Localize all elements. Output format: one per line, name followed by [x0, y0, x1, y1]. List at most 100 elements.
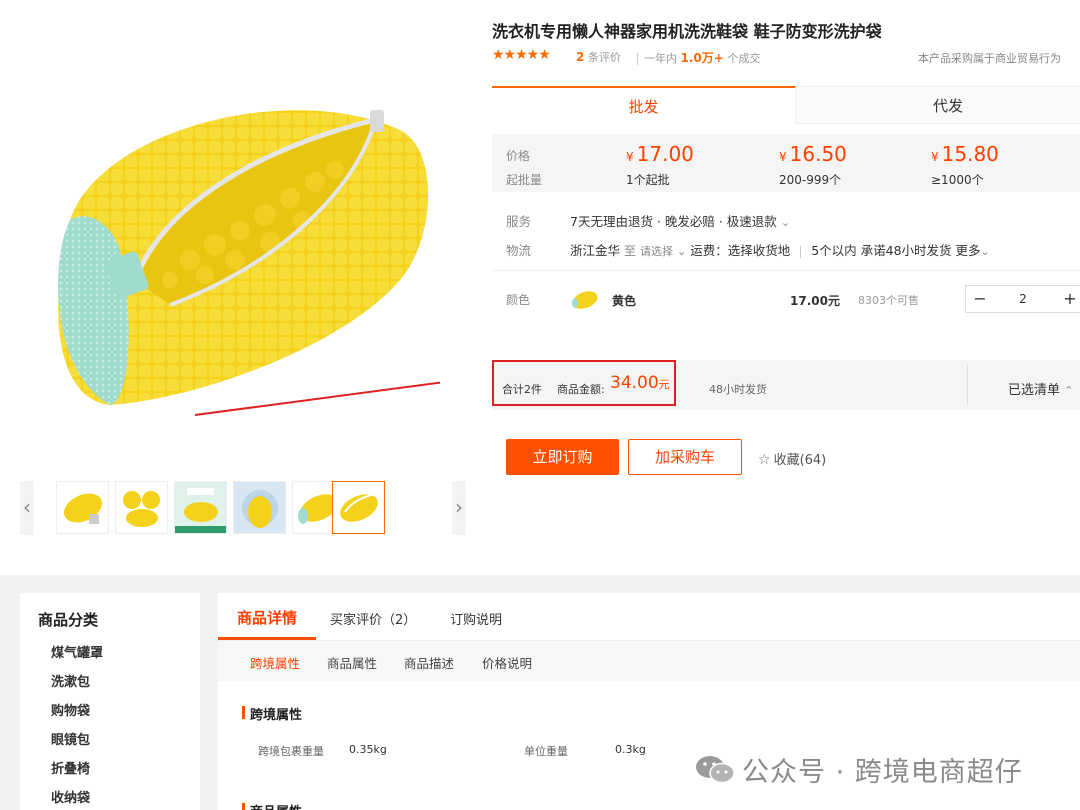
amount-label: 商品金额:: [557, 383, 605, 396]
tier-quantity: 200-999个: [779, 173, 842, 187]
category-panel: 商品分类 煤气罐罩 洗漱包 购物袋 眼镜包 折叠椅 收纳袋: [20, 593, 200, 810]
category-title: 商品分类: [38, 611, 99, 629]
thumbnail-image: [340, 493, 378, 522]
thumbnail-next-button[interactable]: ›: [452, 481, 466, 535]
trade-notice: 本产品采购属于商业贸易行为: [918, 52, 1061, 65]
more-link[interactable]: 更多: [956, 243, 981, 258]
quantity-stepper: − +: [965, 285, 1080, 313]
category-item[interactable]: 煤气罐罩: [51, 642, 103, 661]
main-product-image: [58, 110, 440, 416]
section-title: 跨境属性: [241, 704, 302, 723]
section-title: 商品属性: [241, 801, 302, 810]
purchase-mode-tabs: 批发 代发: [492, 86, 1080, 124]
total-amount: 34.00元: [610, 373, 670, 393]
moq-label: 起批量: [506, 173, 543, 187]
sku-thumbnail[interactable]: [570, 285, 600, 313]
sold-prefix: 一年内: [644, 52, 677, 65]
price-label: 价格: [506, 149, 531, 163]
tab-order-instructions[interactable]: 订购说明: [450, 609, 502, 628]
order-summary: 合计2件 商品金额: 34.00元 48小时发货 已选清单 ⌃: [492, 360, 1080, 410]
decrease-button[interactable]: −: [966, 286, 994, 312]
subtab-description[interactable]: 商品描述: [404, 653, 454, 672]
thumbnail-image: [64, 493, 102, 524]
tier-price: 15.80: [941, 142, 999, 166]
active-tab-underline: [218, 637, 316, 640]
selected-list-label: 已选清单: [1008, 383, 1061, 398]
thumbnail[interactable]: [174, 481, 227, 534]
shipping-time: 48小时发货: [709, 383, 767, 396]
watermark-text: 公众号 · 跨境电商超仔: [742, 757, 1023, 788]
attr-name: 单位重量: [524, 745, 568, 758]
sold-suffix: 个成交: [727, 52, 761, 65]
tab-wholesale[interactable]: 批发: [492, 86, 796, 124]
thumbnail-active[interactable]: [332, 481, 385, 534]
rating-row: ★★★★★ 2 条评价 一年内 1.0万+ 个成交 本产品采购属于商业贸易行为: [492, 47, 1080, 66]
tier-quantity: ≥1000个: [931, 173, 984, 187]
thumbnail[interactable]: [115, 481, 168, 534]
thumbnail-image: [123, 491, 160, 527]
add-to-cart-button[interactable]: 加采购车: [628, 439, 742, 475]
service-row: 服务 7天无理由退货 · 晚发必赔 · 极速退款 ⌄: [506, 211, 790, 230]
thumbnail-prev-button[interactable]: ‹: [20, 481, 34, 535]
review-count-link[interactable]: 2 条评价: [576, 49, 621, 65]
destination-select[interactable]: 请选择: [640, 245, 673, 258]
thumbnail-strip: ‹ ›: [20, 481, 466, 535]
total-count: 合计2件: [502, 383, 542, 396]
currency-symbol: ¥: [626, 150, 634, 164]
product-page: ‹ › 洗衣机专用懒人神器家用机洗洗鞋袋 鞋子防变形洗护袋 ★★★★★ 2 条评…: [0, 0, 1080, 810]
chevron-down-icon[interactable]: ⌄: [677, 245, 686, 258]
service-label: 服务: [506, 214, 532, 229]
thumbnail[interactable]: [56, 481, 109, 534]
subtab-cross-border[interactable]: 跨境属性: [250, 653, 300, 672]
origin-city: 浙江金华: [570, 243, 621, 258]
divider: [967, 365, 968, 405]
tab-product-detail[interactable]: 商品详情: [237, 607, 297, 628]
quantity-input[interactable]: [996, 291, 1050, 307]
shipping-promise: 5个以内 承诺48小时发货: [811, 243, 952, 258]
sku-row: 颜色 黄色 17.00元 8303个可售 − +: [492, 270, 1080, 330]
tab-dropship[interactable]: 代发: [796, 86, 1080, 124]
currency-symbol: ¥: [779, 150, 787, 164]
category-item[interactable]: 折叠椅: [51, 758, 90, 777]
chevron-down-icon[interactable]: ⌄: [981, 245, 990, 258]
favorite-label: 收藏(64): [773, 453, 827, 468]
attr-value: 0.35kg: [349, 743, 387, 756]
buy-now-button[interactable]: 立即订购: [506, 439, 619, 475]
attr-value: 0.3kg: [615, 743, 646, 756]
thumbnail-image: [175, 482, 226, 533]
attr-name: 跨境包裹重量: [258, 745, 324, 758]
thumbnail-image: [234, 482, 285, 533]
favorite-button[interactable]: ☆ 收藏(64): [758, 449, 826, 468]
sold-info: 一年内 1.0万+ 个成交: [637, 49, 760, 66]
category-item[interactable]: 购物袋: [51, 700, 90, 719]
chevron-down-icon[interactable]: ⌄: [781, 216, 790, 229]
thumbnail[interactable]: [233, 481, 286, 534]
detail-tabs: 商品详情 买家评价（2） 订购说明: [218, 593, 1080, 641]
to-label: 至: [624, 244, 637, 258]
tier-quantity: 1个起批: [626, 173, 670, 187]
product-title: 洗衣机专用懒人神器家用机洗洗鞋袋 鞋子防变形洗护袋: [492, 22, 882, 41]
logistics-row: 物流 浙江金华 至 请选择 ⌄ 运费：选择收货地 5个以内 承诺48小时发货 更多⌄: [506, 240, 990, 259]
service-value[interactable]: 7天无理由退货 · 晚发必赔 · 极速退款: [570, 214, 777, 229]
tab-buyer-reviews[interactable]: 买家评价（2）: [330, 609, 416, 628]
sold-count: 1.0万+: [680, 51, 724, 65]
sku-stock: 8303个可售: [858, 294, 919, 307]
currency-symbol: ¥: [931, 150, 939, 164]
category-item[interactable]: 收纳袋: [51, 787, 90, 806]
selected-list-button[interactable]: 已选清单 ⌃: [1008, 379, 1073, 398]
price-tiers: 价格 起批量 ¥17.00 1个起批 ¥16.50 200-999个 ¥15.8…: [492, 134, 1080, 192]
color-label: 颜色: [506, 293, 531, 307]
review-count: 2: [576, 50, 585, 64]
subtab-price-notes[interactable]: 价格说明: [482, 653, 532, 672]
category-item[interactable]: 眼镜包: [51, 729, 90, 748]
amount-value: 34.00: [610, 373, 659, 393]
category-item[interactable]: 洗漱包: [51, 671, 90, 690]
subtab-attributes[interactable]: 商品属性: [327, 653, 377, 672]
increase-button[interactable]: +: [1056, 286, 1080, 312]
tier-price: 17.00: [636, 142, 694, 166]
rating-stars-icon: ★★★★★: [492, 47, 551, 63]
detail-subtabs: 跨境属性 商品属性 商品描述 价格说明: [218, 641, 1080, 681]
sku-price: 17.00元: [790, 294, 840, 308]
chevron-up-icon: ⌃: [1064, 384, 1074, 397]
star-outline-icon: ☆: [758, 452, 771, 468]
